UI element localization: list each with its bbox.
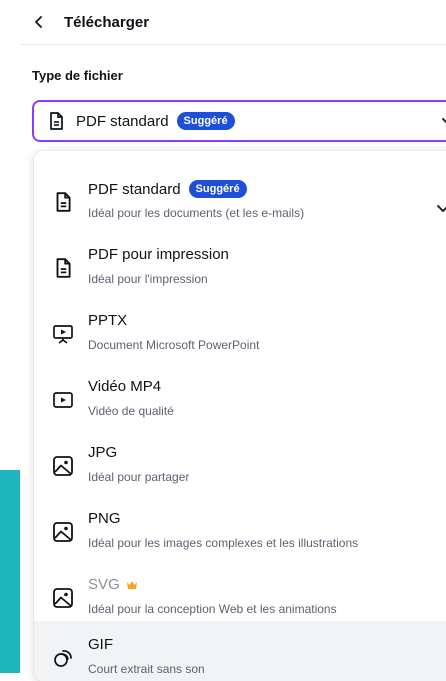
panel-header: Télécharger [20,0,446,45]
presentation-icon [53,325,73,344]
suggested-badge: Suggéré [176,112,235,130]
option-description: Idéal pour les images complexes et les i… [88,536,359,550]
option-description: Document Microsoft PowerPoint [88,338,260,352]
file-type-label: Type de fichier [32,68,123,83]
panel-title: Télécharger [64,13,150,31]
option-description: Vidéo de qualité [88,404,174,418]
option-pptx[interactable]: PPTX Document Microsoft PowerPoint [34,297,446,363]
option-png[interactable]: PNG Idéal pour les images complexes et l… [34,495,446,561]
crown-icon [126,580,137,589]
option-description: Idéal pour l'impression [88,272,208,286]
video-icon [53,392,73,408]
option-title: SVG [88,576,120,593]
document-icon [56,258,71,278]
suggested-badge: Suggéré [188,180,247,198]
option-title: PPTX [88,312,128,329]
option-title: JPG [88,444,118,461]
option-svg[interactable]: SVG Idéal pour la conception Web et les … [34,561,446,627]
download-panel: Télécharger Type de fichier PDF standard… [20,0,446,681]
document-icon [56,192,71,212]
option-title: PDF standard [88,180,181,198]
back-button[interactable] [28,11,50,33]
image-icon [53,522,73,542]
image-icon [53,588,73,608]
option-description: Idéal pour partager [88,470,190,484]
checkmark-icon [437,205,446,212]
option-title: GIF [88,636,113,653]
option-title: PDF pour impression [88,246,229,263]
option-description: Court extrait sans son [88,662,205,676]
file-type-dropdown: PDF standard Suggéré Idéal pour les docu… [34,151,446,681]
file-type-select[interactable]: PDF standard Suggéré [32,100,446,142]
chevron-down-icon [442,118,446,124]
option-pdf-standard[interactable]: PDF standard Suggéré Idéal pour les docu… [34,165,446,231]
option-mp4-video[interactable]: Vidéo MP4 Vidéo de qualité [34,363,446,429]
option-title: PNG [88,510,121,527]
option-title: Vidéo MP4 [88,378,162,395]
option-jpg[interactable]: JPG Idéal pour partager [34,429,446,495]
image-icon [53,456,73,476]
option-description: Idéal pour la conception Web et les anim… [88,602,337,616]
option-pdf-print[interactable]: PDF pour impression Idéal pour l'impress… [34,231,446,297]
selected-file-type: PDF standard [76,112,169,130]
chevron-left-icon [35,16,42,28]
gif-icon [54,650,72,667]
option-description: Idéal pour les documents (et les e-mails… [88,206,305,220]
option-gif[interactable]: GIF Court extrait sans son [34,621,446,681]
document-icon [50,112,63,130]
